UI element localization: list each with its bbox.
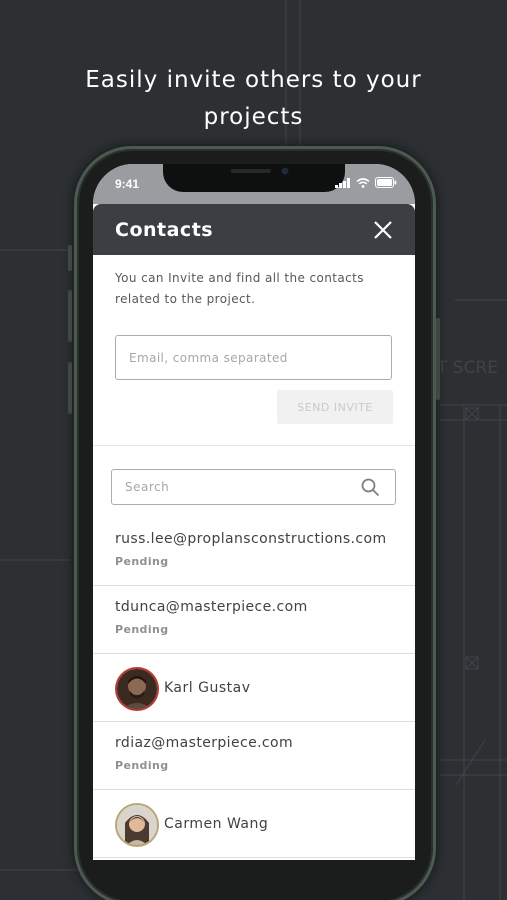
contact-item[interactable]: Carmen Wang [93, 791, 415, 858]
search-box[interactable] [111, 469, 396, 505]
contact-item[interactable]: russ.lee@proplansconstructions.com Pendi… [93, 519, 415, 586]
close-button[interactable] [371, 218, 395, 242]
contact-item[interactable]: rdiaz@masterpiece.com Pending [93, 723, 415, 790]
headline-line-2: projects [203, 104, 304, 130]
phone-side-button [68, 245, 72, 271]
status-badge: Pending [115, 759, 169, 772]
contact-name: Karl Gustav [164, 680, 251, 696]
contact-item[interactable]: tdunca@masterpiece.com Pending [93, 587, 415, 654]
notch [163, 164, 345, 192]
headline: Easily invite others to your projects [0, 62, 507, 136]
contact-email: russ.lee@proplansconstructions.com [115, 531, 387, 547]
status-badge: Pending [115, 555, 169, 568]
modal-header: Contacts [93, 204, 415, 255]
intro-text: You can Invite and find all the contacts… [115, 268, 385, 310]
status-badge: Pending [115, 623, 169, 636]
headline-line-1: Easily invite others to your [85, 67, 422, 93]
close-icon [374, 221, 392, 239]
search-icon[interactable] [361, 478, 380, 497]
intro-line-1: You can Invite and find all the contacts [115, 271, 364, 285]
search-input[interactable] [112, 470, 352, 504]
contact-name: Carmen Wang [164, 816, 269, 832]
phone-screen: 9:41 Contacts You can Invite and find al… [93, 164, 415, 860]
status-bar: 9:41 [93, 164, 415, 204]
phone-side-button [68, 362, 72, 414]
avatar-carmen [117, 805, 157, 845]
background-text: T SCRE [436, 358, 498, 378]
phone-side-button [68, 290, 72, 342]
signal-icon [335, 177, 350, 188]
avatar-karl [117, 669, 157, 709]
modal-title: Contacts [115, 219, 214, 241]
send-invite-button[interactable]: SEND INVITE [277, 390, 393, 424]
intro-line-2: related to the project. [115, 292, 256, 306]
section-divider [93, 445, 415, 446]
contact-email: rdiaz@masterpiece.com [115, 735, 294, 751]
status-time: 9:41 [115, 177, 140, 191]
contact-email: tdunca@masterpiece.com [115, 599, 308, 615]
battery-icon [375, 177, 397, 188]
wifi-icon [356, 177, 370, 188]
phone-power-button [436, 318, 440, 400]
email-input[interactable] [115, 335, 392, 380]
contact-item[interactable]: Karl Gustav [93, 655, 415, 722]
